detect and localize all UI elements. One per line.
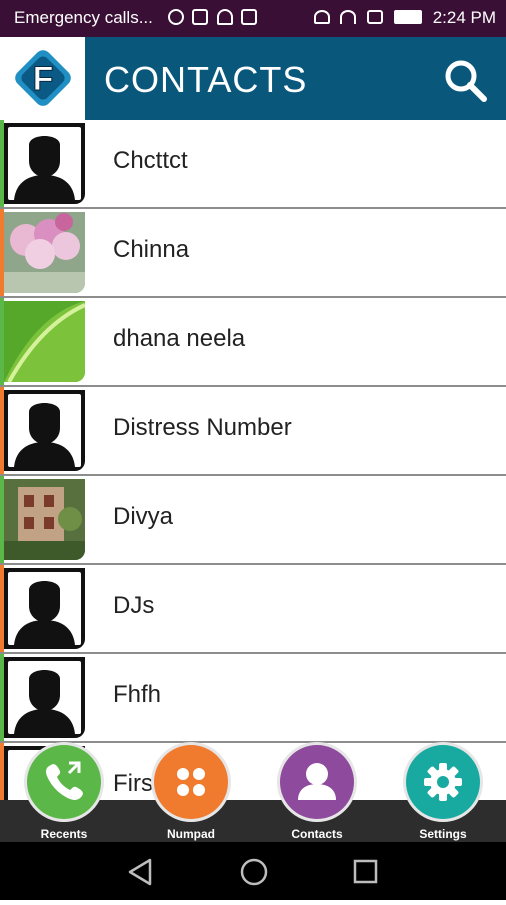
sim-icon xyxy=(192,9,209,25)
contact-row[interactable]: Chcttct xyxy=(0,120,506,209)
page-title: CONTACTS xyxy=(104,59,308,100)
default-avatar-icon xyxy=(4,390,85,471)
contact-row[interactable]: dhana neela xyxy=(0,298,506,387)
notification-icons xyxy=(168,9,261,30)
nav-settings[interactable]: Settings xyxy=(393,745,493,841)
contact-name: Fhfh xyxy=(113,681,162,708)
recent-apps-icon[interactable] xyxy=(353,859,378,884)
default-avatar-icon xyxy=(4,657,85,738)
contact-row[interactable]: DJs xyxy=(0,565,506,654)
contact-photo xyxy=(4,212,85,293)
contact-list[interactable]: Chcttct Chinna dhana neela Distress Number D… xyxy=(0,120,506,832)
contact-name: Distress Number xyxy=(113,414,292,441)
contact-row[interactable]: Divya xyxy=(0,476,506,565)
home-icon[interactable] xyxy=(240,858,268,886)
system-nav-bar xyxy=(0,842,506,900)
carrier-text: Emergency calls... xyxy=(14,8,153,27)
battery-icon xyxy=(393,10,422,24)
phone-icon[interactable] xyxy=(27,745,101,819)
wifi-icon xyxy=(340,10,357,24)
contact-photo xyxy=(4,301,85,382)
default-avatar-icon xyxy=(4,123,85,204)
svg-text:F: F xyxy=(33,60,54,98)
contact-row[interactable]: Distress Number xyxy=(0,387,506,476)
back-icon[interactable] xyxy=(128,858,152,886)
globe-icon xyxy=(168,9,184,25)
contact-name: Chinna xyxy=(113,236,190,263)
person-icon[interactable] xyxy=(280,745,354,819)
contact-name: Chcttct xyxy=(113,147,188,174)
app-logo: F xyxy=(0,37,85,120)
nav-numpad[interactable]: Numpad xyxy=(141,745,241,841)
status-time: 2:24 PM xyxy=(432,8,496,27)
contact-name: DJs xyxy=(113,592,155,619)
contact-row[interactable]: Fhfh xyxy=(0,654,506,743)
gear-icon[interactable] xyxy=(406,745,480,819)
nav-label: Settings xyxy=(419,827,467,841)
dialpad-icon[interactable] xyxy=(154,745,228,819)
contact-name: Divya xyxy=(113,503,174,530)
search-icon[interactable] xyxy=(440,55,490,105)
nav-label: Numpad xyxy=(167,827,215,841)
app-bar: F CONTACTS xyxy=(0,37,506,120)
nav-label: Recents xyxy=(40,827,88,841)
contact-photo xyxy=(4,479,85,560)
image-icon xyxy=(241,9,258,25)
status-bar: Emergency calls... 2:24 PM xyxy=(0,0,506,37)
contact-row[interactable]: Chinna xyxy=(0,209,506,298)
logo-icon: F xyxy=(15,50,71,106)
default-avatar-icon xyxy=(4,568,85,649)
nav-recents[interactable]: Recents xyxy=(14,745,114,841)
headphones-icon xyxy=(313,10,330,24)
sim-status-icon xyxy=(367,10,384,24)
nav-contacts[interactable]: Contacts xyxy=(267,745,367,841)
contact-name: dhana neela xyxy=(113,325,246,352)
headset-icon xyxy=(216,9,233,25)
nav-label: Contacts xyxy=(291,827,343,841)
